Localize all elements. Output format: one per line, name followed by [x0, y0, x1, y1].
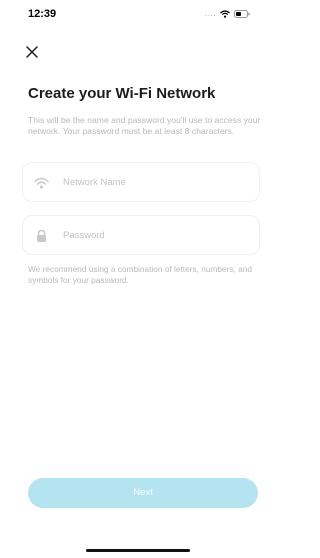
wifi-icon: [220, 10, 230, 18]
password-hint: We recommend using a combination of lett…: [28, 264, 252, 285]
status-indicators: ....: [205, 9, 250, 19]
status-time: 12:39: [28, 8, 57, 20]
home-indicator[interactable]: [86, 549, 190, 552]
page-description: This will be the name and password you'l…: [28, 115, 261, 136]
wifi-icon: [34, 177, 49, 189]
status-bar: 12:39 ....: [0, 0, 268, 28]
close-icon: [26, 46, 38, 58]
close-button[interactable]: [24, 44, 40, 60]
battery-icon: [234, 10, 250, 18]
network-name-field[interactable]: [22, 162, 260, 202]
password-field[interactable]: [22, 215, 260, 255]
next-button[interactable]: Next: [28, 478, 258, 508]
page-title: Create your Wi-Fi Network: [28, 85, 216, 102]
lock-icon: [37, 229, 46, 242]
password-input[interactable]: [63, 216, 249, 254]
signal-indicator: ....: [205, 9, 216, 18]
network-name-input[interactable]: [63, 163, 249, 201]
